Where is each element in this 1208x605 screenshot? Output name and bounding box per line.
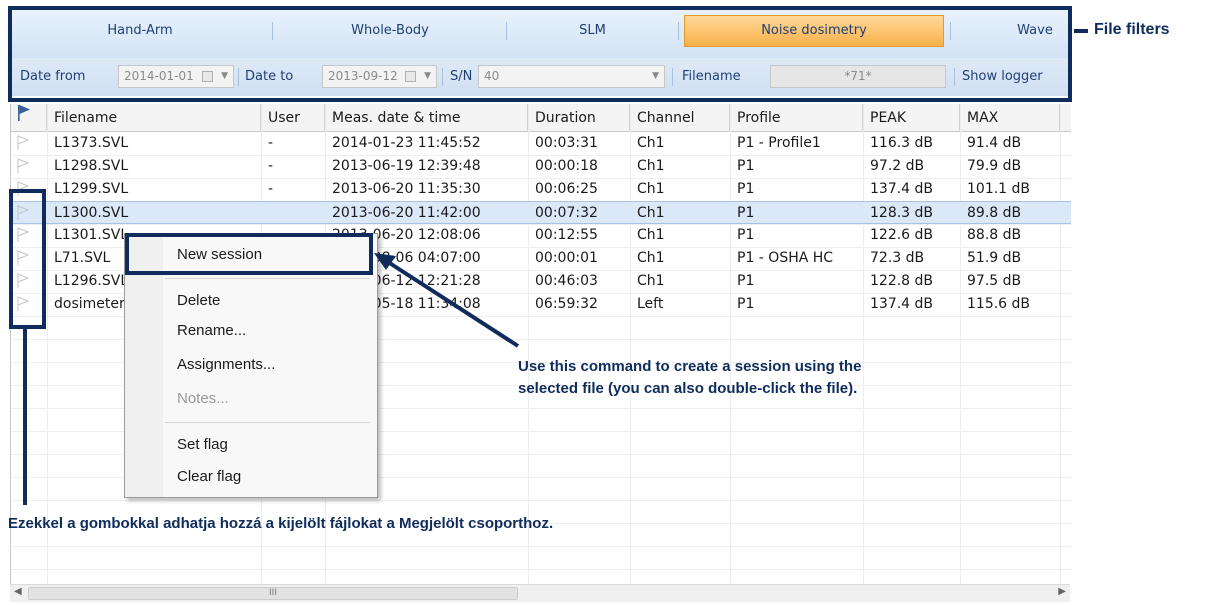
table-cell: Ch1: [637, 158, 665, 174]
table-cell: L1300.SVL: [54, 205, 129, 221]
scrollbar-thumb[interactable]: III: [28, 587, 518, 600]
table-row[interactable]: L1373.SVL - 2014-01-23 11:45:52 00:03:31 Ch1…: [11, 132, 1071, 155]
table-cell: 115.6 dB: [967, 296, 1031, 312]
menu-item-delete[interactable]: Delete: [177, 292, 220, 309]
table-cell: P1: [737, 227, 755, 243]
table-cell: L1373.SVL: [54, 135, 129, 151]
new-session-highlight: [125, 233, 373, 275]
menu-item-assignments[interactable]: Assignments...: [177, 356, 275, 373]
column-header-meas-date[interactable]: Meas. date & time: [325, 104, 528, 132]
table-cell: 89.8 dB: [967, 205, 1022, 221]
table-cell: 91.4 dB: [967, 135, 1022, 151]
table-cell: [261, 202, 325, 225]
menu-item-notes: Notes...: [177, 390, 229, 407]
flag-column-highlight: [9, 189, 46, 329]
scroll-left-icon[interactable]: ◀: [14, 586, 22, 597]
column-header-peak[interactable]: PEAK: [863, 104, 960, 132]
table-cell: P1: [737, 158, 755, 174]
table-cell: Ch1: [637, 250, 665, 266]
table-cell: 79.9 dB: [967, 158, 1022, 174]
grid-row-line: [11, 500, 1071, 501]
scroll-right-icon[interactable]: ▶: [1058, 586, 1066, 597]
flag-hint-caption: Ezekkel a gombokkal adhatja hozzá a kije…: [8, 515, 554, 532]
table-cell: Left: [637, 296, 664, 312]
table-cell: 00:46:03: [535, 273, 598, 289]
grid-row-line: [11, 546, 1071, 547]
table-cell: 97.2 dB: [870, 158, 925, 174]
column-header-profile[interactable]: Profile: [730, 104, 863, 132]
table-cell: 2013-06-20 11:35:30: [332, 181, 481, 197]
menu-item-set-flag[interactable]: Set flag: [177, 436, 228, 453]
table-cell: P1: [737, 181, 755, 197]
table-cell: 137.4 dB: [870, 296, 934, 312]
scrollbar-grip: III: [269, 588, 277, 598]
table-cell: 88.8 dB: [967, 227, 1022, 243]
column-header-channel[interactable]: Channel: [630, 104, 730, 132]
menu-separator: [165, 422, 370, 423]
table-cell: L1299.SVL: [54, 181, 129, 197]
column-header-duration[interactable]: Duration: [528, 104, 630, 132]
table-cell: 101.1 dB: [967, 181, 1031, 197]
annotation-arrow-icon: [374, 253, 520, 348]
table-cell: 116.3 dB: [870, 135, 934, 151]
table-cell: 00:03:31: [535, 135, 598, 151]
new-session-hint: Use this command to create a session usi…: [518, 356, 861, 400]
table-cell: Ch1: [637, 205, 665, 221]
table-row[interactable]: L1298.SVL - 2013-06-19 12:39:48 00:00:18 Ch1…: [11, 155, 1071, 178]
column-header-max[interactable]: MAX: [960, 104, 1060, 132]
table-cell: 122.8 dB: [870, 273, 934, 289]
file-filters-connector: [1074, 29, 1088, 33]
table-cell: -: [268, 158, 274, 174]
table-cell: 06:59:32: [535, 296, 598, 312]
table-cell: P1: [737, 205, 755, 221]
table-cell: Ch1: [637, 273, 665, 289]
table-cell: 2014-01-23 11:45:52: [332, 135, 481, 151]
table-cell: 00:00:18: [535, 158, 598, 174]
menu-item-rename[interactable]: Rename...: [177, 322, 246, 339]
file-filters-highlight: [8, 6, 1072, 102]
table-cell: 128.3 dB: [870, 205, 934, 221]
column-header-filename[interactable]: Filename: [47, 104, 261, 132]
menu-separator: [165, 278, 370, 279]
table-cell: -: [268, 135, 274, 151]
table-cell: 97.5 dB: [967, 273, 1022, 289]
table-row[interactable]: L1299.SVL - 2013-06-20 11:35:30 00:06:25 Ch1…: [11, 178, 1071, 201]
table-cell: P1 - Profile1: [737, 135, 821, 151]
table-cell: P1: [737, 273, 755, 289]
table-cell: 00:07:32: [535, 205, 598, 221]
table-cell: 72.3 dB: [870, 250, 925, 266]
menu-item-clear-flag[interactable]: Clear flag: [177, 468, 241, 485]
table-cell: 2013-06-20 11:42:00: [332, 205, 481, 221]
table-cell: P1: [737, 296, 755, 312]
file-filters-caption: File filters: [1094, 21, 1170, 38]
table-cell: -: [268, 181, 274, 197]
table-cell: 00:00:01: [535, 250, 598, 266]
new-session-hint-line2: selected file (you can also double-click…: [518, 380, 858, 397]
table-cell: 137.4 dB: [870, 181, 934, 197]
table-row[interactable]: L1300.SVL 2013-06-20 11:42:00 00:07:32 Ch1 P…: [11, 201, 1071, 224]
table-cell: 00:12:55: [535, 227, 598, 243]
table-cell: 51.9 dB: [967, 250, 1022, 266]
flag-hint-connector: [23, 329, 27, 505]
flag-toggle-icon[interactable]: [17, 135, 29, 151]
flag-column-header[interactable]: [11, 104, 47, 132]
new-session-hint-line1: Use this command to create a session usi…: [518, 358, 862, 375]
flag-icon: [18, 105, 30, 121]
table-cell: 2013-06-19 12:39:48: [332, 158, 481, 174]
grid-row-line: [11, 569, 1071, 570]
horizontal-scrollbar[interactable]: ◀ III ▶: [10, 584, 1070, 602]
table-cell: Ch1: [637, 227, 665, 243]
table-cell: 00:06:25: [535, 181, 598, 197]
table-cell: Ch1: [637, 181, 665, 197]
column-header-user[interactable]: User: [261, 104, 325, 132]
table-cell: P1 - OSHA HC: [737, 250, 834, 266]
table-cell: 122.6 dB: [870, 227, 934, 243]
table-header: Filename User Meas. date & time Duration…: [11, 104, 1071, 132]
table-cell: L1298.SVL: [54, 158, 129, 174]
table-cell: Ch1: [637, 135, 665, 151]
flag-toggle-icon[interactable]: [17, 158, 29, 174]
